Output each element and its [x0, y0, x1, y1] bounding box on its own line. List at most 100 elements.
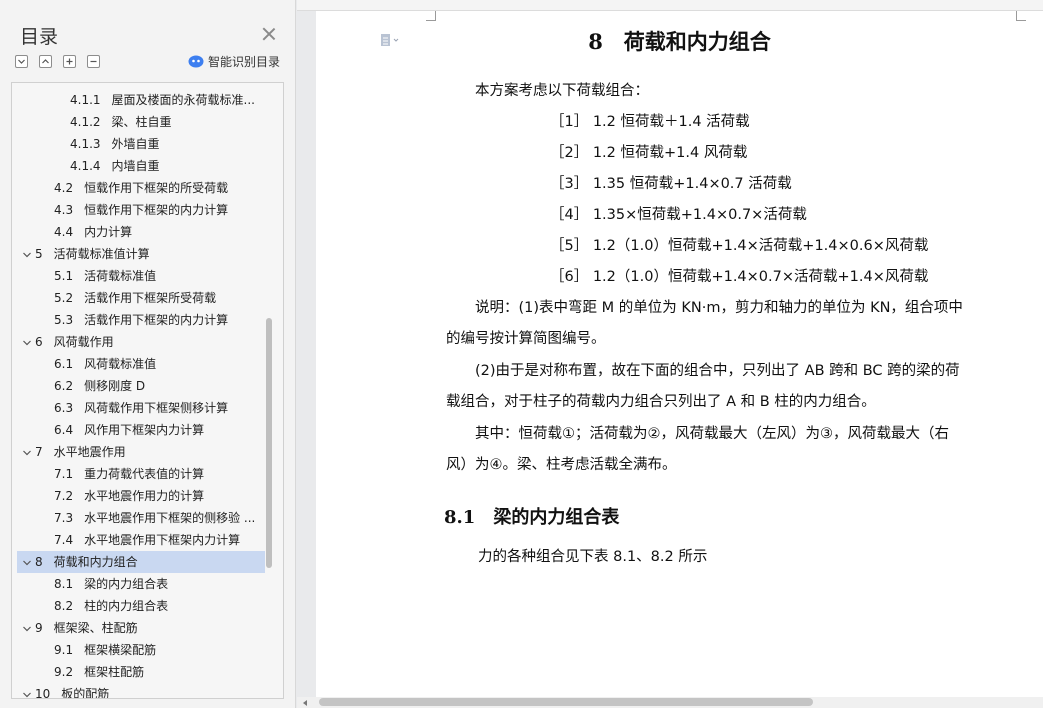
toc-item[interactable]: 4.4 内力计算: [12, 221, 267, 243]
toc-item-number: 7.2: [54, 489, 74, 503]
section-paragraph: 力的各种组合见下表 8.1、8.2 所示: [478, 549, 708, 565]
toc-list: 4.1.1 屋面及楼面的永荷载标准... 4.1.2 梁、柱自重 4.1.3 外墙自重 4.…: [11, 82, 284, 699]
toc-item[interactable]: 7.2 水平地震作用力的计算: [12, 485, 267, 507]
toc-item-label: 柱的内力组合表: [84, 599, 169, 613]
chevron-down-icon[interactable]: [22, 690, 32, 700]
toc-item[interactable]: 4.1.4 内墙自重: [12, 155, 267, 177]
toc-item[interactable]: 5.3 活载作用下框架的内力计算: [12, 309, 267, 331]
load-combination-5: ［5］ 1.2（1.0）恒荷载+1.4×活荷载+1.4×0.6×风荷载: [550, 238, 929, 254]
toc-item[interactable]: 7 水平地震作用: [12, 441, 267, 463]
chevron-down-icon[interactable]: [22, 448, 32, 458]
toc-item[interactable]: 4.1.3 外墙自重: [12, 133, 267, 155]
toc-item[interactable]: 4.1.2 梁、柱自重: [12, 111, 267, 133]
toc-item-label: 恒载作用下框架的内力计算: [84, 203, 229, 217]
toc-item-number: 4.1.4: [70, 159, 101, 173]
toc-item[interactable]: 6 风荷载作用: [12, 331, 267, 353]
toc-item-number: 4.2: [54, 181, 74, 195]
chevron-down-icon[interactable]: [22, 250, 32, 260]
chevron-down-icon[interactable]: [22, 338, 32, 348]
toc-item-label: 梁的内力组合表: [84, 577, 169, 591]
horizontal-scroll-thumb[interactable]: [319, 698, 813, 706]
close-icon[interactable]: [262, 27, 276, 41]
load-combination-3: ［3］ 1.35 恒荷载+1.4×0.7 活荷载: [550, 176, 792, 192]
toc-item-label: 活载作用下框架所受荷载: [84, 291, 217, 305]
load-combination-6: ［6］ 1.2（1.0）恒荷载+1.4×0.7×活荷载+1.4×风荷载: [550, 269, 929, 285]
toc-item[interactable]: 8 荷载和内力组合: [17, 551, 265, 573]
smart-toc-label: 智能识别目录: [208, 55, 281, 69]
horizontal-scrollbar[interactable]: [297, 697, 1043, 708]
toc-item-number: 5.2: [54, 291, 74, 305]
toc-item[interactable]: 7.1 重力荷载代表值的计算: [12, 463, 267, 485]
note-3-line-1: 其中：恒荷载①；活荷载为②，风荷载最大（左风）为③，风荷载最大（右: [475, 426, 949, 442]
note-2-line-2: 载组合，对于柱子的荷载内力组合只列出了 A 和 B 柱的内力组合。: [446, 394, 876, 410]
toc-item[interactable]: 4.2 恒载作用下框架的所受荷载: [12, 177, 267, 199]
collapse-all-icon[interactable]: [39, 55, 52, 68]
top-ruler: [297, 0, 1043, 11]
scroll-left-icon[interactable]: [303, 700, 307, 706]
toc-item-number: 7.3: [54, 511, 74, 525]
toc-item[interactable]: 9.2 框架柱配筋: [12, 661, 267, 683]
section-heading: 8.1 梁的内力组合表: [444, 507, 620, 528]
toc-item[interactable]: 5.1 活荷载标准值: [12, 265, 267, 287]
toc-item[interactable]: 9.1 框架横梁配筋: [12, 639, 267, 661]
toc-item-label: 内力计算: [84, 225, 133, 239]
document-page[interactable]: 8 荷载和内力组合 本方案考虑以下荷载组合： ［1］ 1.2 恒荷载＋1.4 活…: [316, 11, 1043, 697]
toc-item[interactable]: 5.2 活载作用下框架所受荷载: [12, 287, 267, 309]
expand-all-icon[interactable]: [15, 55, 28, 68]
toc-item[interactable]: 7.4 水平地震作用下框架内力计算: [12, 529, 267, 551]
toc-item-label: 重力荷载代表值的计算: [84, 467, 205, 481]
toc-item-label: 屋面及楼面的永荷载标准...: [111, 93, 255, 107]
toc-item-label: 风荷载作用下框架侧移计算: [84, 401, 229, 415]
toc-item-number: 8.1: [54, 577, 74, 591]
toc-item-number: 6.3: [54, 401, 74, 415]
toc-item[interactable]: 5 活荷载标准值计算: [12, 243, 267, 265]
note-1-line-2: 的编号按计算简图编号。: [446, 331, 606, 347]
chevron-down-icon[interactable]: [22, 624, 32, 634]
toc-toolbar: [15, 55, 100, 68]
document-area: 8 荷载和内力组合 本方案考虑以下荷载组合： ［1］ 1.2 恒荷载＋1.4 活…: [297, 0, 1043, 708]
toc-item-number: 4.1.3: [70, 137, 101, 151]
toc-item-number: 6.2: [54, 379, 74, 393]
toc-item[interactable]: 8.2 柱的内力组合表: [12, 595, 267, 617]
smart-ai-icon: [188, 55, 204, 68]
margin-corner-mark: [1016, 11, 1026, 21]
chapter-heading: 8 荷载和内力组合: [588, 29, 771, 54]
toc-item-label: 活载作用下框架的内力计算: [84, 313, 229, 327]
toc-item[interactable]: 9 框架梁、柱配筋: [12, 617, 267, 639]
toc-item-label: 水平地震作用下框架内力计算: [84, 533, 241, 547]
toc-item-label: 梁、柱自重: [111, 115, 172, 129]
toc-item[interactable]: 6.1 风荷载标准值: [12, 353, 267, 375]
toc-item-label: 风荷载标准值: [84, 357, 157, 371]
note-1-line-1: 说明：(1)表中弯距 M 的单位为 KN·m，剪力和轴力的单位为 KN，组合项中: [475, 300, 963, 316]
toc-item[interactable]: 4.1.1 屋面及楼面的永荷载标准...: [12, 89, 267, 111]
toc-item-number: 6.1: [54, 357, 74, 371]
add-heading-icon[interactable]: [63, 55, 76, 68]
smart-toc-button[interactable]: 智能识别目录: [188, 53, 280, 70]
toc-item-label: 水平地震作用力的计算: [84, 489, 205, 503]
toc-item[interactable]: 6.3 风荷载作用下框架侧移计算: [12, 397, 267, 419]
toc-item-number: 4.1.2: [70, 115, 101, 129]
toc-item-number: 9: [35, 621, 43, 635]
toc-item-number: 9.2: [54, 665, 74, 679]
load-combination-4: ［4］ 1.35×恒荷载+1.4×0.7×活荷载: [550, 207, 807, 223]
chevron-down-icon[interactable]: [22, 558, 32, 568]
toc-item-number: 8: [35, 555, 43, 569]
toc-item[interactable]: 10 板的配筋: [12, 683, 267, 700]
toc-item-label: 框架横梁配筋: [84, 643, 157, 657]
toc-item[interactable]: 6.4 风作用下框架内力计算: [12, 419, 267, 441]
toc-item[interactable]: 7.3 水平地震作用下框架的侧移验 ...: [12, 507, 267, 529]
toc-item[interactable]: 6.2 侧移刚度 D: [12, 375, 267, 397]
load-combination-1: ［1］ 1.2 恒荷载＋1.4 活荷载: [550, 114, 750, 130]
toc-item[interactable]: 8.1 梁的内力组合表: [12, 573, 267, 595]
toc-item-number: 6.4: [54, 423, 74, 437]
remove-heading-icon[interactable]: [87, 55, 100, 68]
toc-item-number: 4.1.1: [70, 93, 101, 107]
toc-item-label: 框架梁、柱配筋: [53, 621, 138, 635]
toc-item-label: 恒载作用下框架的所受荷载: [84, 181, 229, 195]
toc-scrollbar[interactable]: [266, 318, 272, 568]
intro-paragraph: 本方案考虑以下荷载组合：: [475, 83, 649, 99]
toc-item-label: 风荷载作用: [53, 335, 114, 349]
toc-item[interactable]: 4.3 恒载作用下框架的内力计算: [12, 199, 267, 221]
toc-item-label: 框架柱配筋: [84, 665, 145, 679]
toc-item-number: 4.4: [54, 225, 74, 239]
